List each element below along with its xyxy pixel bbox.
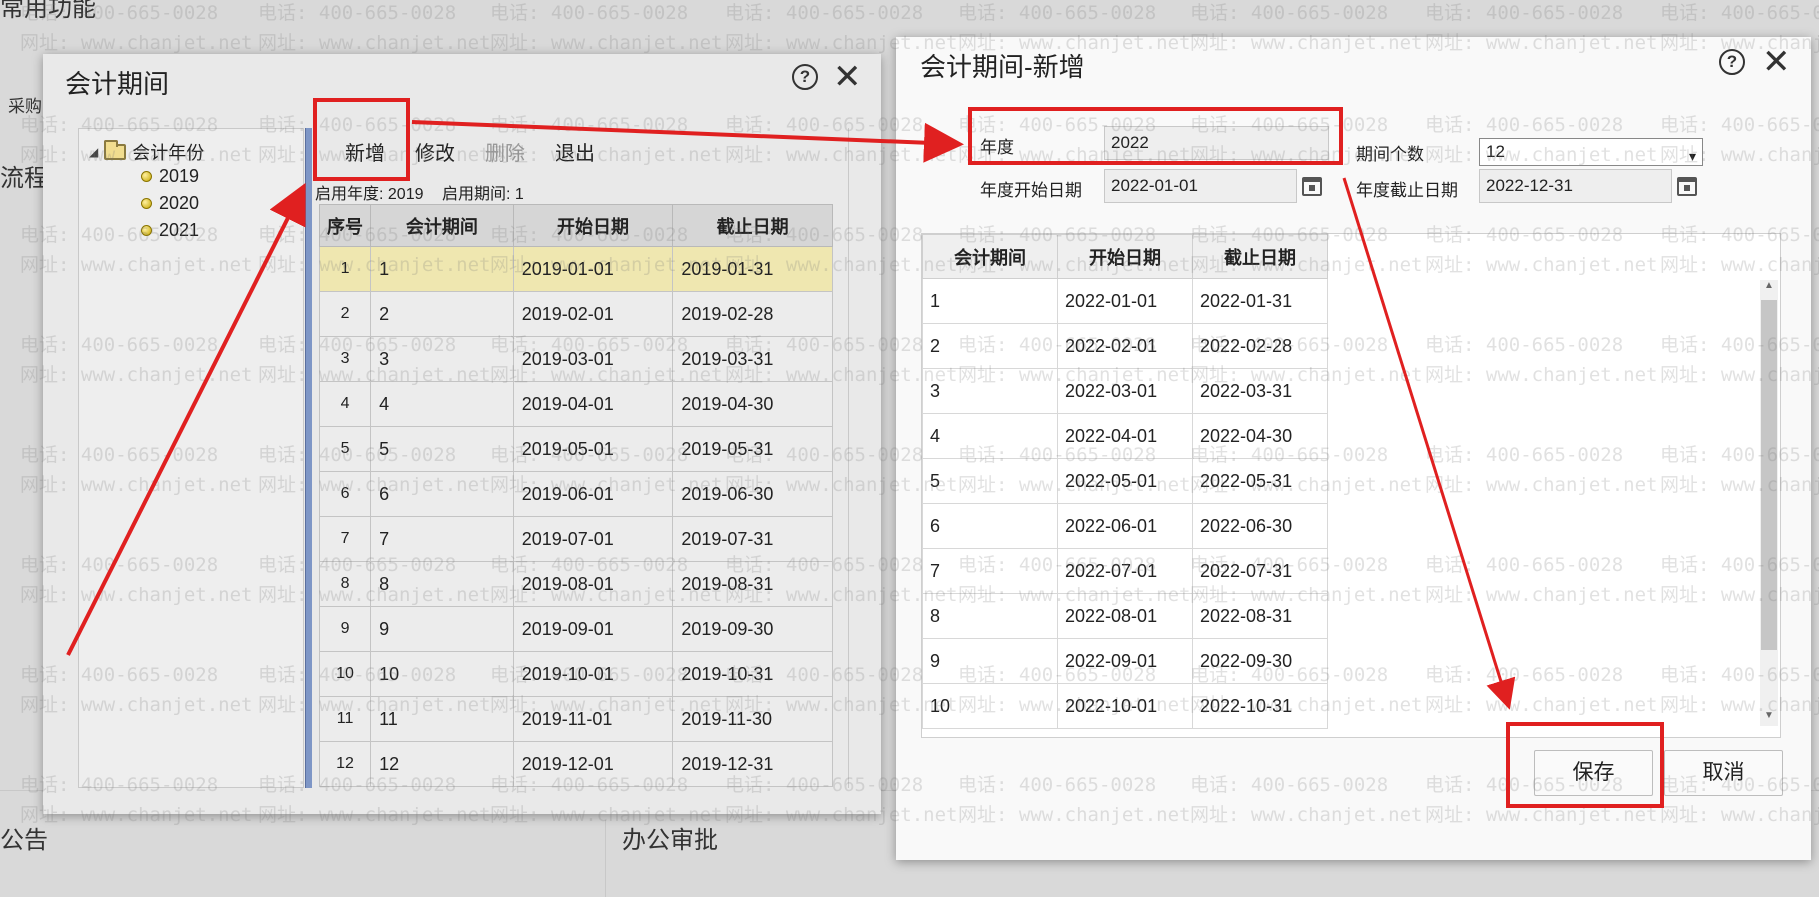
arrow-to-add-button: [66, 182, 306, 656]
arrow-to-year-field: [411, 120, 964, 163]
arrow-to-save-button: [1342, 177, 1516, 710]
annotation-arrows: [66, 120, 1516, 710]
